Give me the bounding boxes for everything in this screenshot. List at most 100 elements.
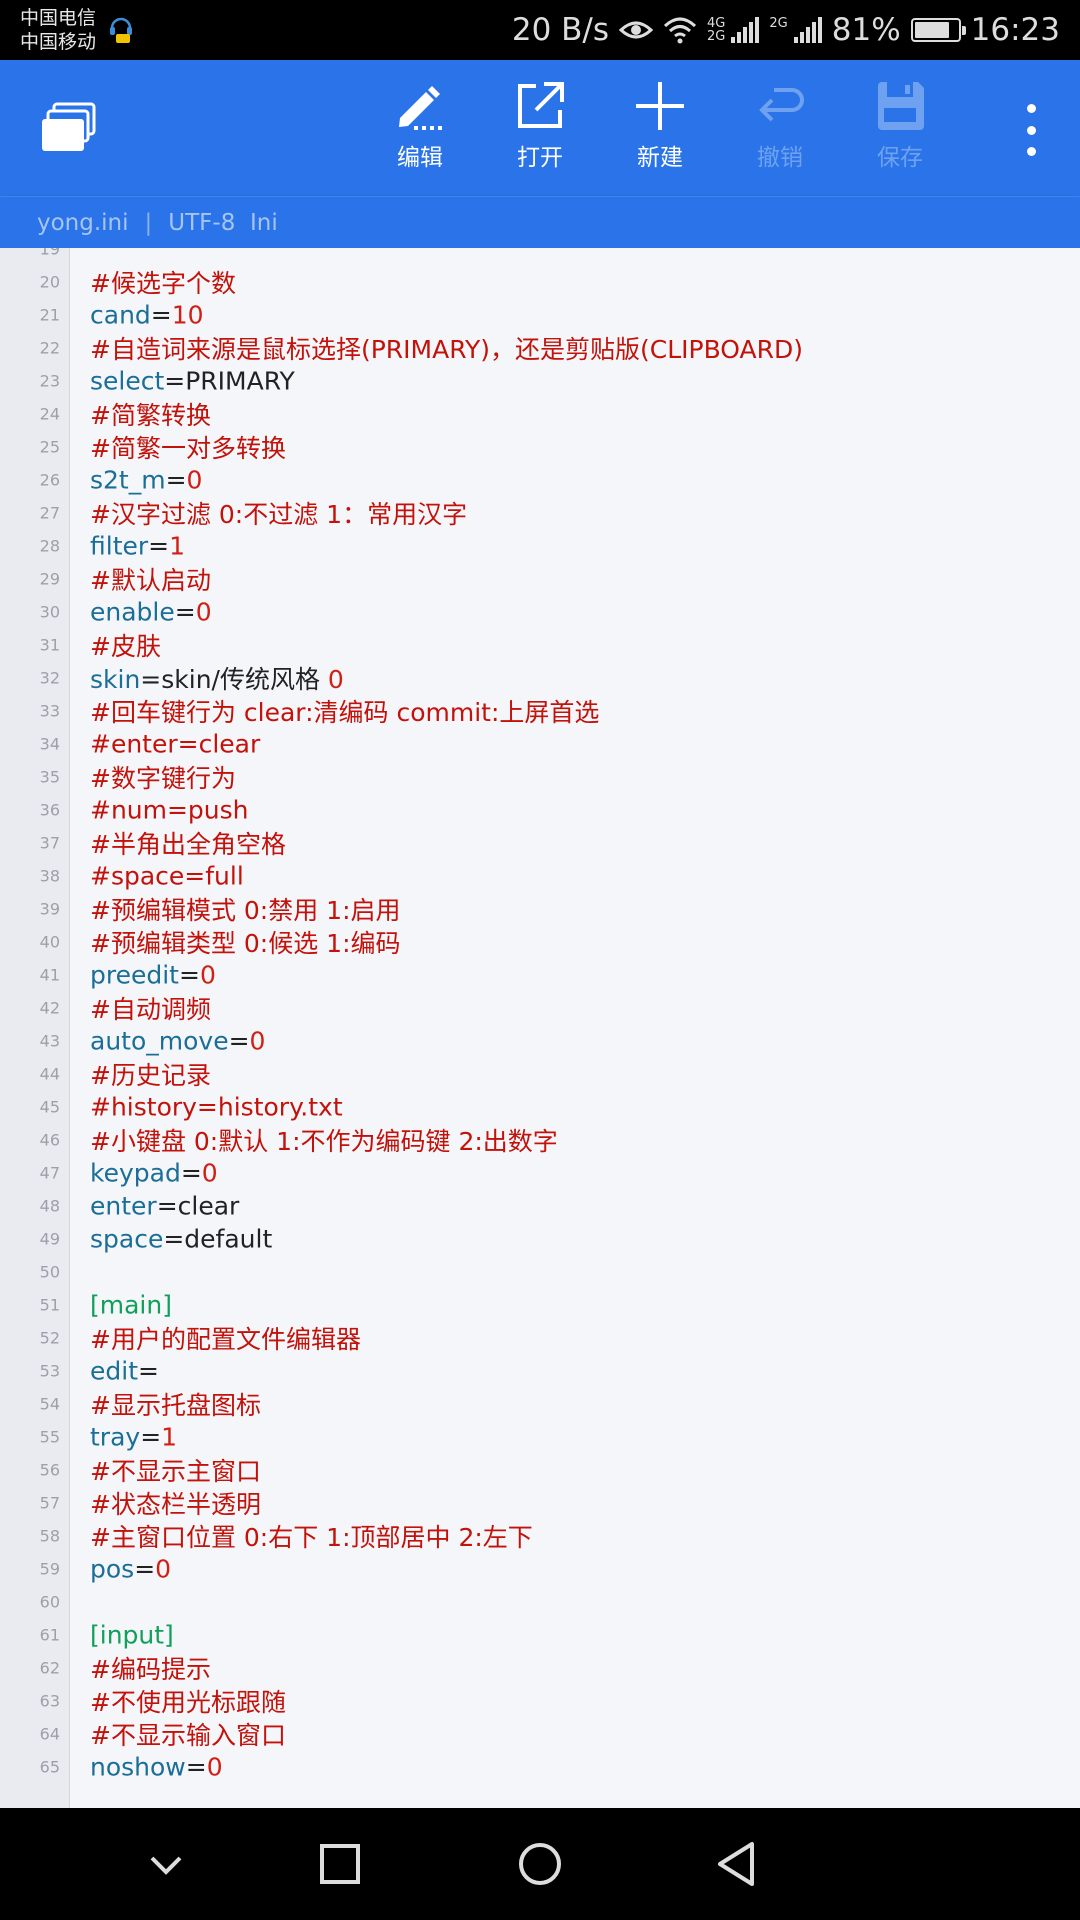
code-line[interactable]: 26 s2t_m=0 bbox=[0, 463, 1080, 496]
network-type-2: 2G bbox=[769, 16, 788, 31]
network-type-1: 4G 2G bbox=[707, 16, 726, 44]
file-encoding[interactable]: UTF-8 bbox=[168, 210, 235, 236]
code-line[interactable]: 47 keypad=0 bbox=[0, 1156, 1080, 1189]
code-line[interactable]: 45 #history=history.txt bbox=[0, 1090, 1080, 1123]
line-number: 38 bbox=[39, 866, 60, 885]
code-line[interactable]: 53 edit= bbox=[0, 1354, 1080, 1387]
line-text: #回车键行为 clear:清编码 commit:上屏首选 bbox=[90, 697, 600, 727]
clock: 16:23 bbox=[970, 12, 1060, 48]
code-line[interactable]: 34 #enter=clear bbox=[0, 727, 1080, 760]
line-text: preedit=0 bbox=[90, 960, 216, 989]
code-editor[interactable]: 19 20 #候选字个数 21 cand=10 22 #自造词来源是鼠标选择(PRIMARY… bbox=[0, 248, 1080, 1808]
code-line[interactable]: 58 #主窗口位置 0:右下 1:顶部居中 2:左下 bbox=[0, 1519, 1080, 1552]
code-line[interactable]: 38 #space=full bbox=[0, 859, 1080, 892]
code-line[interactable]: 36 #num=push bbox=[0, 793, 1080, 826]
file-name: yong.ini bbox=[37, 210, 129, 236]
documents-menu-icon[interactable] bbox=[40, 102, 96, 154]
line-number: 29 bbox=[39, 569, 60, 588]
line-number: 35 bbox=[39, 767, 60, 786]
line-text: #皮肤 bbox=[90, 631, 161, 661]
code-line[interactable]: 20 #候选字个数 bbox=[0, 265, 1080, 298]
chevron-down-icon[interactable] bbox=[140, 1838, 192, 1890]
undo-button[interactable]: 撤销 bbox=[730, 74, 830, 184]
line-text: cand=10 bbox=[90, 300, 204, 329]
line-number: 60 bbox=[39, 1592, 60, 1611]
app-toolbar: 编辑 打开 新建 撤销 保存 bbox=[0, 60, 1080, 196]
triangle-back-icon[interactable] bbox=[712, 1838, 764, 1890]
code-line[interactable]: 32 skin=skin/传统风格 0 bbox=[0, 661, 1080, 694]
code-line[interactable]: 31 #皮肤 bbox=[0, 628, 1080, 661]
square-icon[interactable] bbox=[314, 1838, 366, 1890]
code-line[interactable]: 39 #预编辑模式 0:禁用 1:启用 bbox=[0, 892, 1080, 925]
code-line[interactable]: 30 enable=0 bbox=[0, 595, 1080, 628]
line-text: #自动调频 bbox=[90, 994, 211, 1024]
code-line[interactable]: 51 [main] bbox=[0, 1288, 1080, 1321]
line-text: #简繁转换 bbox=[90, 400, 211, 430]
line-number: 50 bbox=[39, 1262, 60, 1281]
code-line[interactable]: 50 bbox=[0, 1255, 1080, 1288]
code-line[interactable]: 21 cand=10 bbox=[0, 298, 1080, 331]
code-line[interactable]: 28 filter=1 bbox=[0, 529, 1080, 562]
code-line[interactable]: 42 #自动调频 bbox=[0, 991, 1080, 1024]
wifi-icon bbox=[664, 17, 697, 44]
line-number: 42 bbox=[39, 998, 60, 1017]
code-line[interactable]: 25 #简繁一对多转换 bbox=[0, 430, 1080, 463]
line-text: #不显示主窗口 bbox=[90, 1456, 261, 1486]
code-line[interactable]: 48 enter=clear bbox=[0, 1189, 1080, 1222]
eye-icon bbox=[619, 21, 654, 39]
code-line[interactable]: 57 #状态栏半透明 bbox=[0, 1486, 1080, 1519]
line-number: 55 bbox=[39, 1427, 60, 1446]
code-line[interactable]: 61 [input] bbox=[0, 1618, 1080, 1651]
code-line[interactable]: 41 preedit=0 bbox=[0, 958, 1080, 991]
file-syntax[interactable]: Ini bbox=[250, 210, 278, 236]
code-line[interactable]: 46 #小键盘 0:默认 1:不作为编码键 2:出数字 bbox=[0, 1123, 1080, 1156]
code-line[interactable]: 54 #显示托盘图标 bbox=[0, 1387, 1080, 1420]
code-lines[interactable]: 19 20 #候选字个数 21 cand=10 22 #自造词来源是鼠标选择(PRIMARY… bbox=[0, 248, 1080, 1783]
more-options-icon[interactable] bbox=[1006, 100, 1056, 160]
code-line[interactable]: 44 #历史记录 bbox=[0, 1057, 1080, 1090]
line-number: 49 bbox=[39, 1229, 60, 1248]
code-line[interactable]: 55 tray=1 bbox=[0, 1420, 1080, 1453]
code-line[interactable]: 35 #数字键行为 bbox=[0, 760, 1080, 793]
line-number: 46 bbox=[39, 1130, 60, 1149]
code-line[interactable]: 23 select=PRIMARY bbox=[0, 364, 1080, 397]
save-button[interactable]: 保存 bbox=[850, 74, 950, 184]
line-text: #num=push bbox=[90, 795, 249, 824]
line-number: 33 bbox=[39, 701, 60, 720]
line-text: #enter=clear bbox=[90, 729, 261, 758]
code-line[interactable]: 43 auto_move=0 bbox=[0, 1024, 1080, 1057]
line-number: 28 bbox=[39, 536, 60, 555]
line-text: [input] bbox=[90, 1620, 174, 1649]
code-line[interactable]: 52 #用户的配置文件编辑器 bbox=[0, 1321, 1080, 1354]
code-line[interactable]: 27 #汉字过滤 0:不过滤 1：常用汉字 bbox=[0, 496, 1080, 529]
code-line[interactable]: 62 #编码提示 bbox=[0, 1651, 1080, 1684]
code-line[interactable]: 56 #不显示主窗口 bbox=[0, 1453, 1080, 1486]
line-number: 34 bbox=[39, 734, 60, 753]
line-number: 54 bbox=[39, 1394, 60, 1413]
line-number: 52 bbox=[39, 1328, 60, 1347]
code-line[interactable]: 40 #预编辑类型 0:候选 1:编码 bbox=[0, 925, 1080, 958]
code-line[interactable]: 65 noshow=0 bbox=[0, 1750, 1080, 1783]
open-button[interactable]: 打开 bbox=[490, 74, 590, 184]
new-button[interactable]: 新建 bbox=[610, 74, 710, 184]
code-line[interactable]: 33 #回车键行为 clear:清编码 commit:上屏首选 bbox=[0, 694, 1080, 727]
code-line[interactable]: 19 bbox=[0, 248, 1080, 265]
code-line[interactable]: 64 #不显示输入窗口 bbox=[0, 1717, 1080, 1750]
line-text: #不显示输入窗口 bbox=[90, 1720, 286, 1750]
code-line[interactable]: 22 #自造词来源是鼠标选择(PRIMARY)，还是剪贴版(CLIPBOARD) bbox=[0, 331, 1080, 364]
code-line[interactable]: 37 #半角出全角空格 bbox=[0, 826, 1080, 859]
code-line[interactable]: 24 #简繁转换 bbox=[0, 397, 1080, 430]
code-line[interactable]: 60 bbox=[0, 1585, 1080, 1618]
circle-icon[interactable] bbox=[514, 1838, 566, 1890]
edit-button[interactable]: 编辑 bbox=[370, 74, 470, 184]
line-number: 30 bbox=[39, 602, 60, 621]
code-line[interactable]: 49 space=default bbox=[0, 1222, 1080, 1255]
line-number: 37 bbox=[39, 833, 60, 852]
code-line[interactable]: 63 #不使用光标跟随 bbox=[0, 1684, 1080, 1717]
line-text: #数字键行为 bbox=[90, 763, 236, 793]
line-text: [main] bbox=[90, 1290, 172, 1319]
code-line[interactable]: 59 pos=0 bbox=[0, 1552, 1080, 1585]
code-line[interactable]: 29 #默认启动 bbox=[0, 562, 1080, 595]
pencil-icon bbox=[399, 86, 442, 130]
open-label: 打开 bbox=[517, 145, 563, 171]
